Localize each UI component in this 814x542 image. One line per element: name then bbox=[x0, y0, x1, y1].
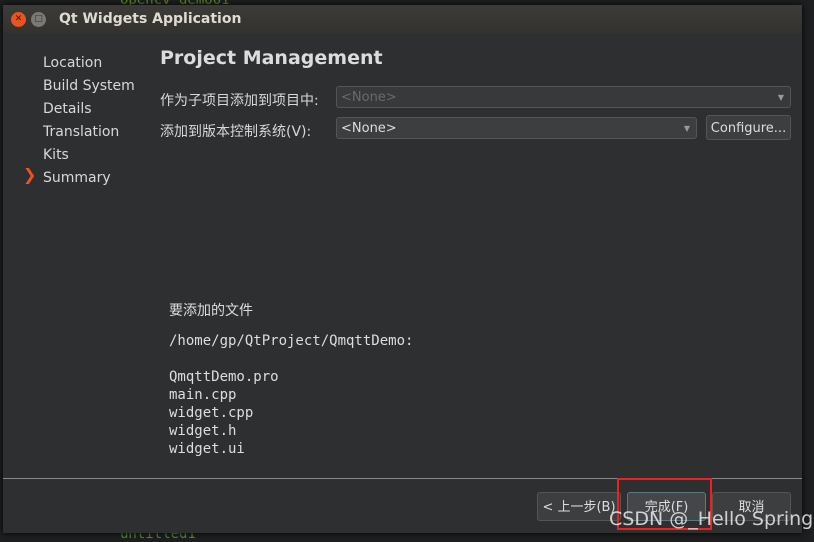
file-item: widget.ui bbox=[169, 441, 245, 457]
current-step-chevron-icon: ❯ bbox=[23, 165, 37, 184]
step-translation: Translation bbox=[43, 124, 120, 140]
step-details: Details bbox=[43, 101, 92, 117]
step-summary: Summary bbox=[43, 170, 111, 186]
file-item: widget.cpp bbox=[169, 405, 254, 421]
step-location: Location bbox=[43, 55, 103, 71]
wizard-dialog: ✕ □ Qt Widgets Application Location Buil… bbox=[3, 5, 802, 533]
chevron-down-icon: ▼ bbox=[683, 124, 690, 133]
subproject-combo[interactable]: <None> ▼ bbox=[336, 86, 791, 108]
maximize-button[interactable]: □ bbox=[31, 11, 46, 27]
vcs-value: <None> bbox=[341, 121, 397, 136]
file-item: main.cpp bbox=[169, 387, 237, 403]
maximize-icon: □ bbox=[34, 14, 43, 24]
page-title: Project Management bbox=[160, 47, 383, 69]
step-kits: Kits bbox=[43, 147, 69, 163]
file-item: widget.h bbox=[169, 423, 237, 439]
subproject-label: 作为子项目添加到项目中: bbox=[160, 93, 319, 109]
file-item: QmqttDemo.pro bbox=[169, 369, 279, 385]
files-path: /home/gp/QtProject/QmqttDemo: bbox=[169, 333, 414, 349]
title-bar: ✕ □ Qt Widgets Application bbox=[3, 5, 802, 33]
files-heading: 要添加的文件 bbox=[169, 303, 253, 319]
wizard-steps: Location Build System Details Translatio… bbox=[43, 52, 135, 190]
files-summary: 要添加的文件 /home/gp/QtProject/QmqttDemo: Qmq… bbox=[169, 300, 413, 458]
vcs-label: 添加到版本控制系统(V): bbox=[160, 124, 312, 140]
window-title: Qt Widgets Application bbox=[59, 11, 242, 27]
step-build-system: Build System bbox=[43, 78, 135, 94]
close-icon: ✕ bbox=[14, 14, 23, 24]
vcs-combo[interactable]: <None> ▼ bbox=[336, 117, 697, 139]
watermark: CSDN @_Hello Spring bbox=[609, 508, 814, 530]
subproject-value: <None> bbox=[341, 90, 397, 105]
configure-button[interactable]: Configure... bbox=[706, 115, 791, 140]
close-button[interactable]: ✕ bbox=[11, 11, 26, 27]
chevron-down-icon: ▼ bbox=[777, 93, 784, 102]
